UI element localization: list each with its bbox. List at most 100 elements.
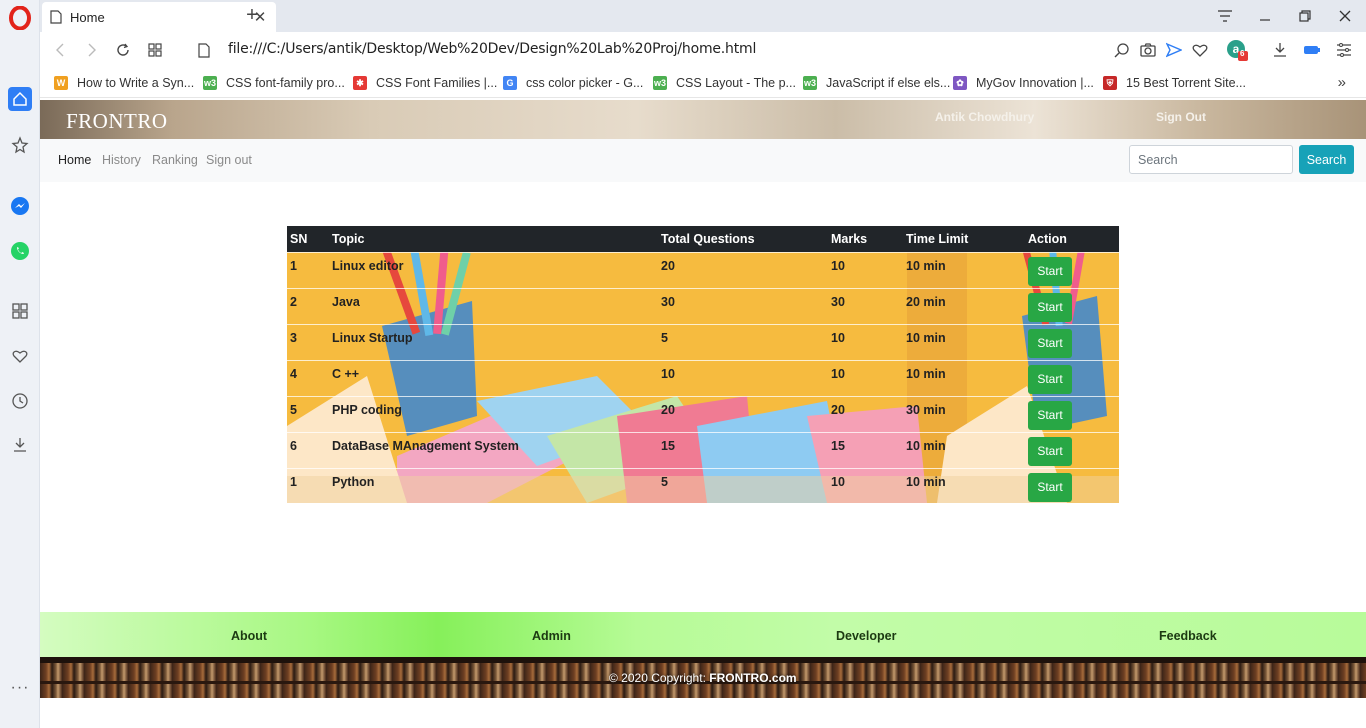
footer-admin-link[interactable]: Admin <box>532 629 571 643</box>
bookmark-item[interactable]: ⛨ 15 Best Torrent Site... <box>1103 74 1246 92</box>
start-quiz-button[interactable]: Start <box>1028 328 1072 358</box>
table-header-row: SN Topic Total Questions Marks Time Limit Act… <box>287 226 1119 252</box>
nav-home[interactable]: Home <box>58 153 91 167</box>
bookmark-item[interactable]: W How to Write a Syn... <box>54 74 194 92</box>
back-arrow-icon[interactable] <box>48 38 72 62</box>
restore-window-icon[interactable] <box>1290 3 1320 29</box>
quiz-table-container: SN Topic Total Questions Marks Time Limit Act… <box>287 226 1119 503</box>
search-input[interactable] <box>1129 145 1293 174</box>
header-marks: Marks <box>831 231 868 246</box>
site-navbar: Home History Ranking Sign out Search <box>40 139 1366 182</box>
header-action: Action <box>1028 231 1067 246</box>
opera-logo-icon[interactable] <box>8 6 32 30</box>
cell-topic: Java <box>332 294 360 309</box>
table-row: 2 Java 30 30 20 min Start <box>287 288 1119 324</box>
cell-total-questions: 30 <box>661 294 675 309</box>
minimize-icon[interactable] <box>1250 3 1280 29</box>
whatsapp-icon[interactable] <box>8 239 32 263</box>
cell-sn: 6 <box>290 438 297 453</box>
cell-topic: C ++ <box>332 366 360 381</box>
w-icon: W <box>54 76 68 90</box>
shield-icon: ⛨ <box>1103 76 1117 90</box>
send-to-flow-icon[interactable] <box>1162 38 1186 62</box>
start-quiz-button[interactable]: Start <box>1028 364 1072 394</box>
cell-topic: DataBase MAnagement System <box>332 438 519 453</box>
battery-saver-icon[interactable] <box>1300 38 1324 62</box>
user-name[interactable]: Antik Chowdhury <box>935 110 1034 124</box>
footer-bookshelf: © 2020 Copyright: FRONTRO.com <box>40 657 1366 698</box>
bookmark-label: CSS Font Families |... <box>376 76 498 90</box>
cell-marks: 15 <box>831 438 845 453</box>
bookmark-label: css color picker - G... <box>526 76 644 90</box>
extension-badge: 6 <box>1240 49 1245 58</box>
google-icon: G <box>503 76 517 90</box>
speed-dial-home-icon[interactable] <box>8 87 32 111</box>
downloads-arrow-icon[interactable] <box>1268 38 1292 62</box>
bookmark-item[interactable]: w3 CSS Layout - The p... <box>653 74 796 92</box>
copyright-prefix: © 2020 Copyright: <box>609 671 710 685</box>
start-quiz-button[interactable]: Start <box>1028 472 1072 502</box>
nav-ranking[interactable]: Ranking <box>152 153 198 167</box>
bookmark-item[interactable]: ✱ CSS Font Families |... <box>353 74 497 92</box>
start-quiz-button[interactable]: Start <box>1028 256 1072 286</box>
bookmarks-heart-icon[interactable] <box>8 344 32 368</box>
header-sign-out-link[interactable]: Sign Out <box>1156 110 1206 124</box>
cell-sn: 2 <box>290 294 297 309</box>
table-row: 1 Python 5 10 10 min Start <box>287 468 1119 503</box>
cell-time-limit: 10 min <box>906 366 946 381</box>
copyright-brand-link[interactable]: FRONTRO.com <box>709 671 796 685</box>
history-clock-icon[interactable] <box>8 389 32 413</box>
more-options-icon[interactable]: ··· <box>8 676 32 700</box>
cell-topic: PHP coding <box>332 402 402 417</box>
web-page: FRONTRO Antik Chowdhury Sign Out Home Hi… <box>40 99 1366 728</box>
tab-snapshot-grid-icon[interactable] <box>143 38 167 62</box>
footer-developer-link[interactable]: Developer <box>836 629 896 643</box>
cell-total-questions: 10 <box>661 366 675 381</box>
forward-arrow-icon[interactable] <box>80 38 104 62</box>
new-tab-plus-icon[interactable]: + <box>240 4 264 28</box>
bookmark-item[interactable]: w3 JavaScript if else els... <box>803 74 950 92</box>
site-logo[interactable]: FRONTRO <box>66 109 168 134</box>
nav-history[interactable]: History <box>102 153 141 167</box>
reload-icon[interactable] <box>111 38 135 62</box>
mygov-icon: ✿ <box>953 76 967 90</box>
url-field[interactable]: file:///C:/Users/antik/Desktop/Web%20Dev… <box>228 41 756 57</box>
cell-time-limit: 10 min <box>906 330 946 345</box>
nav-sign-out[interactable]: Sign out <box>206 153 252 167</box>
cell-action: Start <box>1025 432 1119 468</box>
bookmark-item[interactable]: w3 CSS font-family pro... <box>203 74 345 92</box>
start-quiz-button[interactable]: Start <box>1028 400 1072 430</box>
cell-time-limit: 10 min <box>906 474 946 489</box>
cell-topic: Linux editor <box>332 258 404 273</box>
search-button[interactable]: Search <box>1299 145 1354 174</box>
w3-icon: w3 <box>653 76 667 90</box>
cell-action: Start <box>1025 288 1119 324</box>
easy-setup-icon[interactable] <box>1332 38 1356 62</box>
table-row: 3 Linux Startup 5 10 10 min Start <box>287 324 1119 360</box>
snapshot-camera-icon[interactable] <box>1136 38 1160 62</box>
cell-sn: 4 <box>290 366 297 381</box>
extension-a-icon[interactable]: a 6 <box>1225 38 1249 62</box>
footer-about-link[interactable]: About <box>231 629 267 643</box>
bookmarks-overflow-chevron-icon[interactable]: » <box>1338 74 1346 91</box>
bookmark-heart-icon[interactable] <box>1188 38 1212 62</box>
tab-menu-icon[interactable] <box>1210 3 1240 29</box>
bookmark-item[interactable]: Gcss color picker - G... <box>503 74 643 92</box>
tab-title: Home <box>70 9 105 25</box>
search-page-icon[interactable] <box>1110 38 1134 62</box>
header-total-questions: Total Questions <box>661 231 755 246</box>
messenger-icon[interactable] <box>8 194 32 218</box>
downloads-icon[interactable] <box>8 433 32 457</box>
close-window-icon[interactable] <box>1330 3 1360 29</box>
cell-marks: 30 <box>831 294 845 309</box>
cell-total-questions: 20 <box>661 402 675 417</box>
footer-feedback-link[interactable]: Feedback <box>1159 629 1217 643</box>
start-quiz-button[interactable]: Start <box>1028 436 1072 466</box>
cell-action: Start <box>1025 396 1119 432</box>
extensions-grid-icon[interactable] <box>8 299 32 323</box>
bookmark-item[interactable]: ✿ MyGov Innovation |... <box>953 74 1094 92</box>
cell-total-questions: 5 <box>661 330 668 345</box>
pinboards-icon[interactable] <box>8 133 32 157</box>
bookmark-label: MyGov Innovation |... <box>976 76 1094 90</box>
start-quiz-button[interactable]: Start <box>1028 292 1072 322</box>
